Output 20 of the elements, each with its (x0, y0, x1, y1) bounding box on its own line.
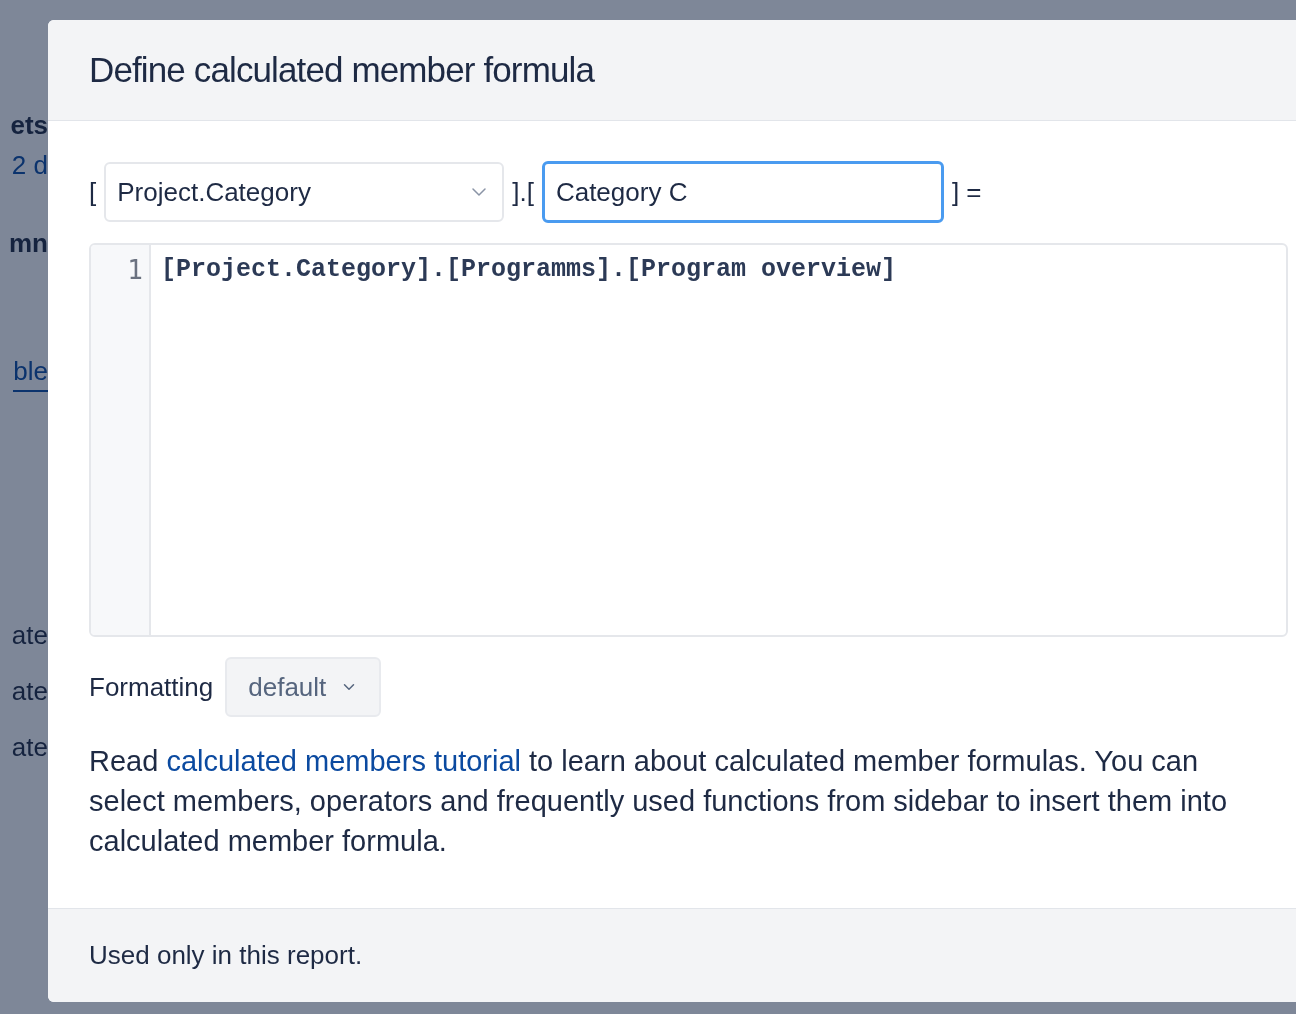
formatting-label: Formatting (89, 670, 214, 704)
code-line: [Project.Category].[Programms].[Program overview] (161, 255, 898, 285)
background-text: mn (9, 228, 48, 258)
formatting-select[interactable]: default (225, 657, 382, 717)
background-text: ate (11, 676, 48, 706)
tutorial-link[interactable]: calculated members tutorial (166, 745, 521, 777)
separator-text: ].[ (512, 175, 534, 209)
help-text: Read calculated members tutorial to learn about calculated member formulas. You can select members, operators and frequently used functions from sidebar to insert them into calculated member formula. (89, 744, 1228, 859)
background-text: ate (11, 732, 48, 762)
dimension-select[interactable]: Project.Category (104, 162, 505, 222)
background-text: ate (11, 620, 48, 650)
background-text: 2 d (11, 150, 48, 180)
member-input[interactable]: Category C (541, 161, 944, 223)
background-text: ets (10, 110, 48, 140)
footer-text: Used only in this report. (89, 939, 363, 972)
bracket-equals-text: ] = (951, 175, 982, 209)
dialog-title: Define calculated member formula (89, 48, 594, 91)
line-number: 1 (127, 255, 143, 285)
code-editor[interactable]: 1 [Project.Category].[Programms].[Program overview] (89, 243, 1288, 637)
bracket-text: [ (89, 175, 97, 209)
